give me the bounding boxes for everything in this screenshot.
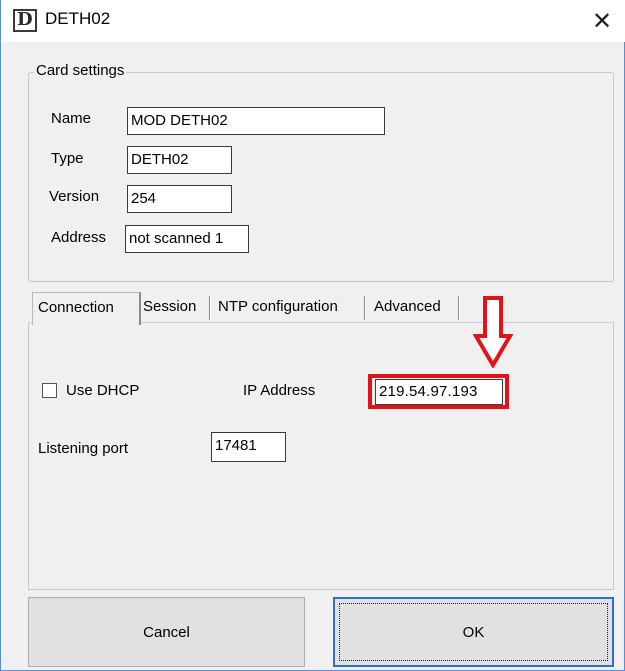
tab-separator	[458, 296, 460, 320]
address-label: Address	[51, 229, 107, 246]
tab-connection[interactable]: Connection	[32, 292, 141, 325]
use-dhcp-checkbox[interactable]	[42, 383, 57, 398]
card-settings-group	[28, 72, 614, 282]
type-field[interactable]: DETH02	[127, 146, 232, 174]
use-dhcp-label[interactable]: Use DHCP	[66, 382, 139, 399]
window-title: DETH02	[45, 9, 111, 28]
listening-port-field[interactable]: 17481	[211, 432, 286, 462]
close-icon[interactable]: ✕	[579, 0, 625, 42]
down-arrow-icon	[473, 296, 513, 368]
cancel-button[interactable]: Cancel	[28, 597, 305, 667]
tab-separator	[209, 296, 211, 320]
ip-address-field[interactable]: 219.54.97.193	[375, 379, 503, 405]
tab-connection-label: Connection	[38, 299, 114, 316]
listening-port-label: Listening port	[38, 440, 129, 457]
version-field[interactable]: 254	[127, 185, 232, 213]
app-icon[interactable]: D	[13, 9, 37, 32]
title-bar[interactable]: D DETH02 ✕	[1, 0, 625, 42]
type-label: Type	[51, 150, 84, 167]
ip-address-label: IP Address	[243, 382, 316, 399]
dialog-window: D DETH02 ✕ Card settings Name MOD DETH02…	[0, 0, 625, 671]
tab-separator	[364, 296, 366, 320]
app-icon-glyph: D	[17, 9, 33, 30]
address-field[interactable]: not scanned 1	[125, 225, 249, 253]
tab-session[interactable]: Session	[138, 292, 212, 324]
cancel-button-label: Cancel	[143, 623, 190, 641]
ok-button[interactable]: OK	[333, 597, 614, 667]
tab-advanced-label: Advanced	[374, 298, 441, 315]
tab-advanced[interactable]: Advanced	[369, 292, 461, 324]
card-settings-legend: Card settings	[34, 62, 127, 79]
name-label: Name	[51, 110, 92, 127]
version-label: Version	[49, 188, 100, 205]
tab-ntp-label: NTP configuration	[218, 298, 338, 315]
ok-focus-ring	[339, 603, 608, 661]
name-field[interactable]: MOD DETH02	[127, 107, 385, 135]
tab-ntp-configuration[interactable]: NTP configuration	[213, 292, 366, 324]
tab-session-label: Session	[143, 298, 197, 315]
